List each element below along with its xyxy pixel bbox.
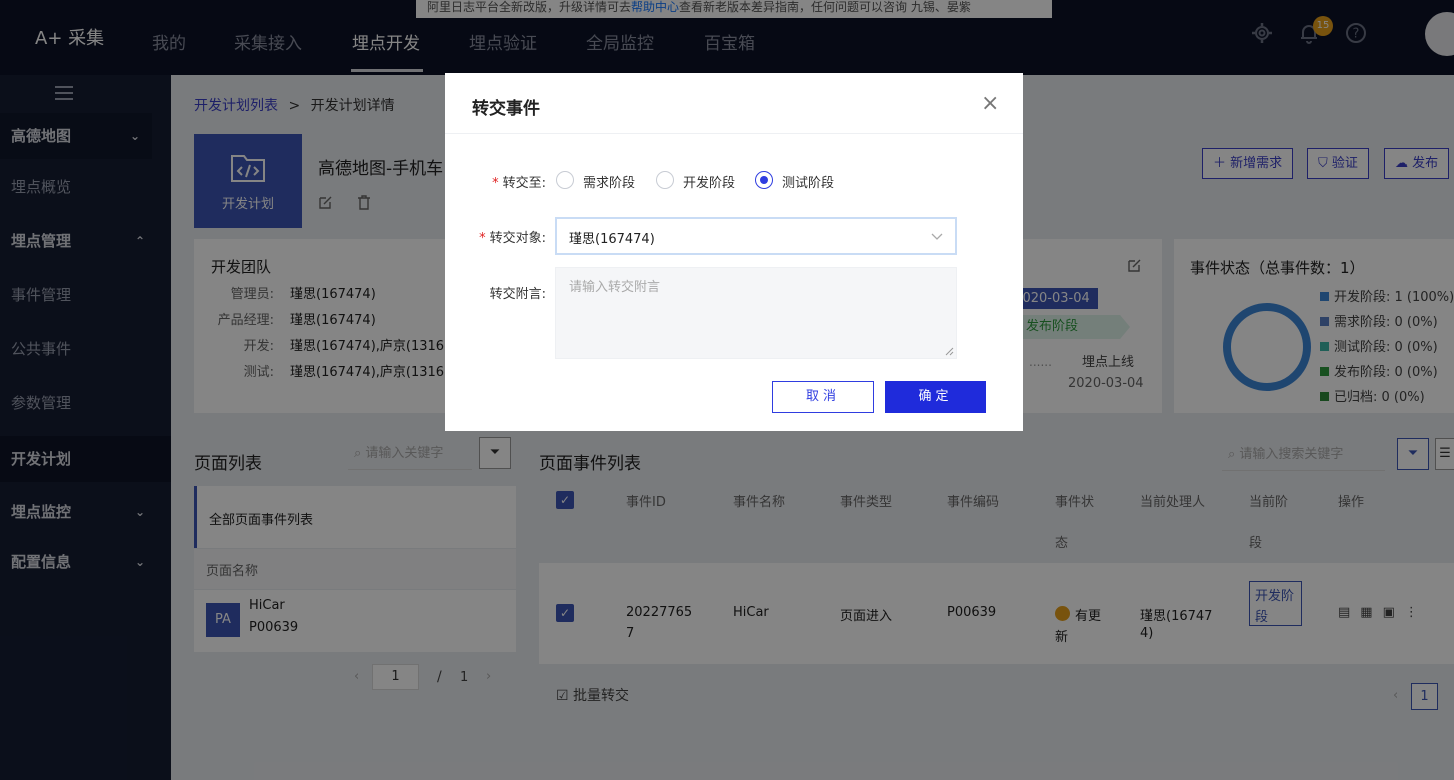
cancel-button[interactable]: 取消 [772, 381, 874, 413]
required-asterisk: * [479, 231, 486, 246]
radio-requirement-stage-label[interactable]: 需求阶段 [583, 172, 635, 191]
close-icon[interactable]: × [981, 91, 999, 116]
resize-handle-icon[interactable] [944, 346, 954, 356]
radio-test-stage-label[interactable]: 测试阶段 [782, 172, 834, 191]
chevron-down-icon [931, 233, 943, 240]
radio-dev-stage[interactable] [656, 171, 674, 189]
required-asterisk: * [492, 176, 499, 191]
radio-dev-stage-label[interactable]: 开发阶段 [683, 172, 735, 191]
transfer-note-textarea[interactable]: 请输入转交附言 [555, 267, 957, 359]
transfer-to-label-text: 转交至: [502, 176, 546, 191]
radio-test-stage[interactable] [755, 171, 773, 189]
transfer-target-select[interactable]: 瑾思(167474) [555, 217, 957, 255]
modal-title: 转交事件 [472, 99, 540, 119]
transfer-note-label: 转交附言: [489, 287, 546, 302]
confirm-button[interactable]: 确定 [885, 381, 986, 413]
transfer-target-label: * 转交对象: [436, 227, 546, 246]
transfer-target-label-text: 转交对象: [489, 231, 546, 246]
transfer-target-value: 瑾思(167474) [569, 232, 655, 247]
transfer-note-placeholder: 请输入转交附言 [569, 280, 661, 295]
radio-requirement-stage[interactable] [556, 171, 574, 189]
transfer-to-label: * 转交至: [436, 172, 546, 191]
modal-header: 转交事件 × [445, 73, 1023, 134]
